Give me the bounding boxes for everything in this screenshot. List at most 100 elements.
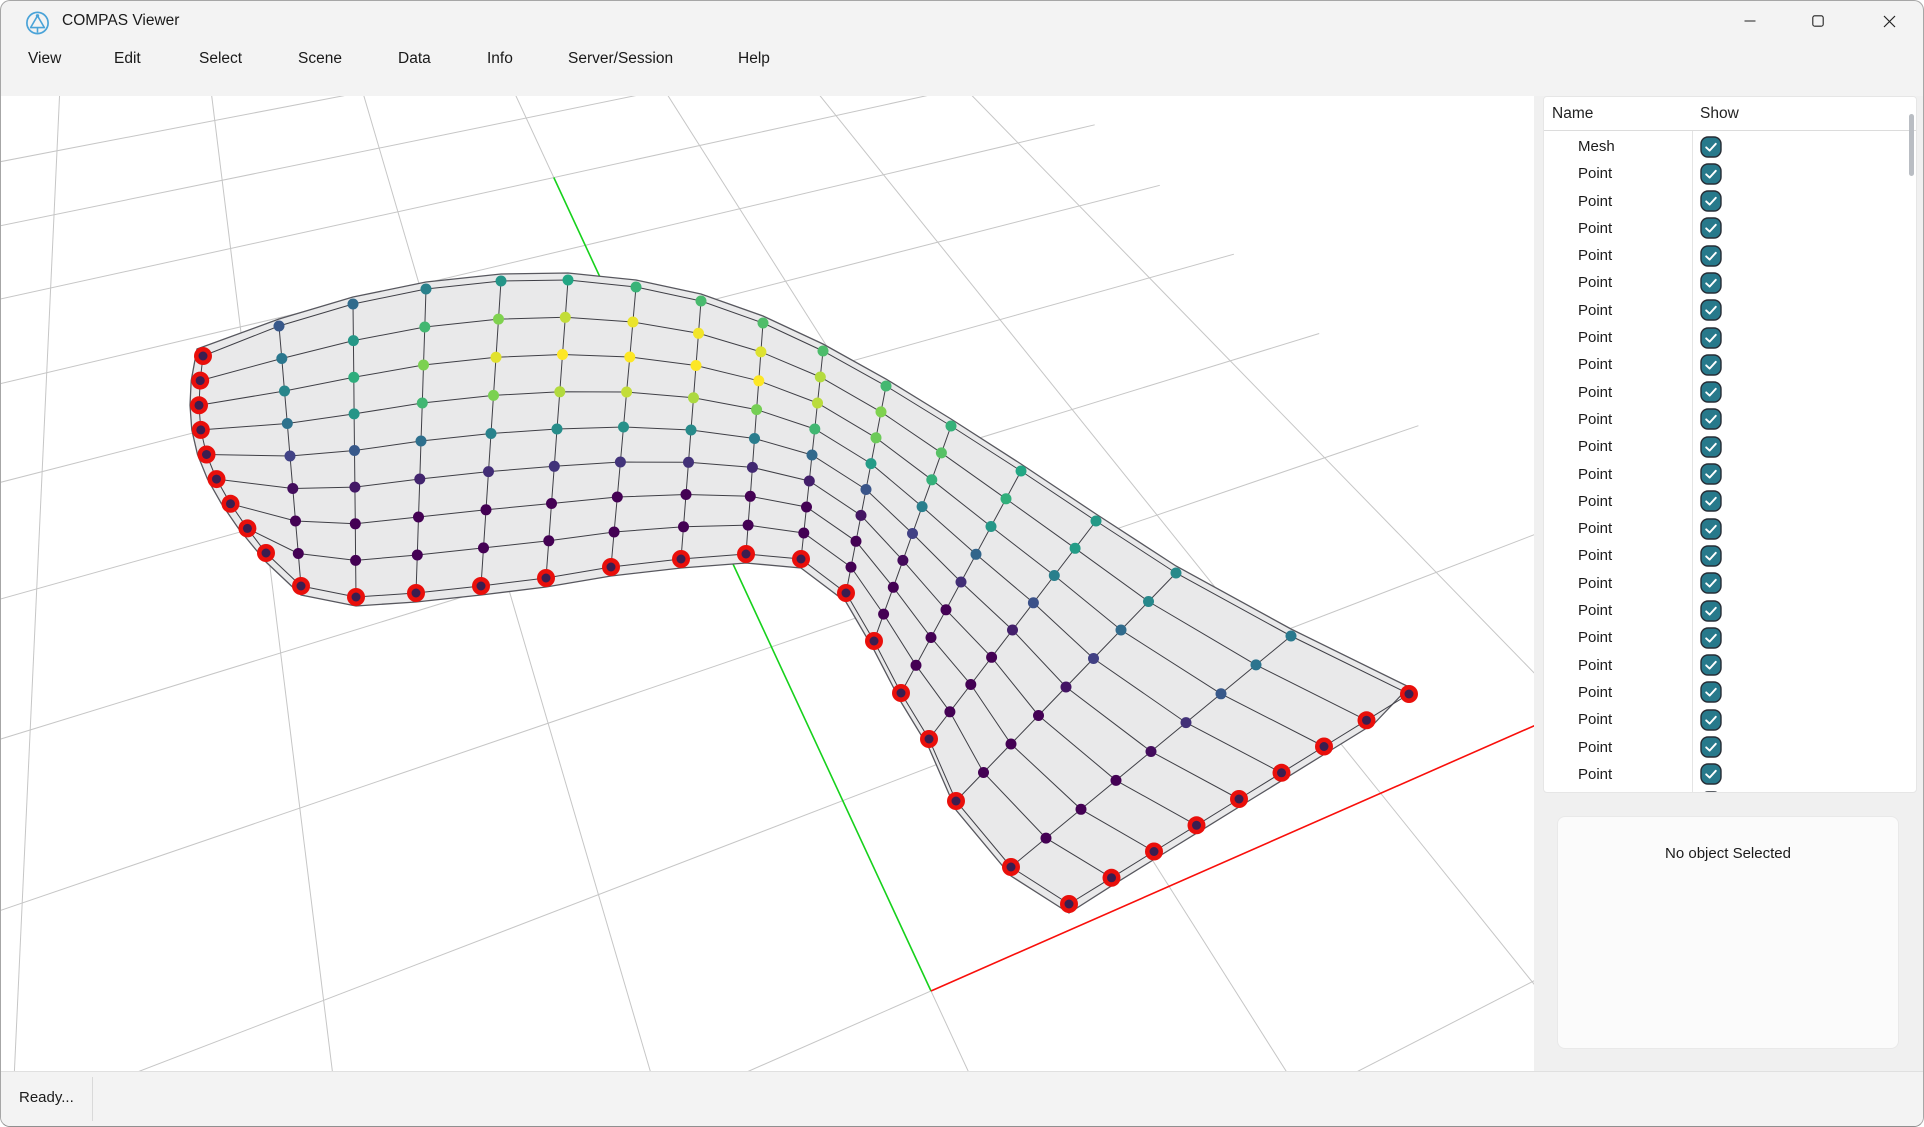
viewport-canvas[interactable] — [1, 96, 1534, 1071]
close-button[interactable] — [1866, 1, 1912, 41]
tree-row-label: Point — [1578, 542, 1612, 569]
menu-item-select[interactable]: Select — [199, 41, 242, 79]
show-checkbox[interactable] — [1700, 381, 1722, 403]
title-bar[interactable]: COMPAS Viewer — [1, 1, 1923, 41]
tree-row-label: Point — [1578, 624, 1612, 651]
show-checkbox[interactable] — [1700, 518, 1722, 540]
show-checkbox[interactable] — [1700, 654, 1722, 676]
tree-row-label: Mesh — [1578, 133, 1615, 160]
window-title: COMPAS Viewer — [62, 1, 179, 41]
tree-row-label: Point — [1578, 160, 1612, 187]
show-checkbox[interactable] — [1700, 736, 1722, 758]
status-message: Ready... — [19, 1072, 74, 1127]
tree-row-point-8[interactable]: Point — [1544, 351, 1916, 378]
tree-row-point-22[interactable]: Point — [1544, 734, 1916, 761]
tree-row-point-15[interactable]: Point — [1544, 542, 1916, 569]
app-window: COMPAS Viewer View Edit Select Scene Data Inf… — [0, 0, 1924, 1127]
show-checkbox[interactable] — [1700, 600, 1722, 622]
menu-item-view[interactable]: View — [28, 41, 61, 79]
show-checkbox[interactable] — [1700, 627, 1722, 649]
ground-grid — [1, 96, 1534, 1071]
show-checkbox[interactable] — [1700, 490, 1722, 512]
tree-row-label: Point — [1578, 215, 1612, 242]
tree-header-show: Show — [1700, 97, 1739, 131]
tree-header-name: Name — [1552, 97, 1593, 131]
tree-row-label: Point — [1578, 597, 1612, 624]
tree-row-label: Point — [1578, 461, 1612, 488]
show-checkbox[interactable] — [1700, 217, 1722, 239]
tree-row-point-12[interactable]: Point — [1544, 461, 1916, 488]
menu-item-server-session[interactable]: Server/Session — [568, 41, 673, 79]
tree-row-mesh-0[interactable]: Mesh — [1544, 133, 1916, 160]
show-checkbox[interactable] — [1700, 572, 1722, 594]
tree-row-label: Point — [1578, 433, 1612, 460]
tree-row-label: Point — [1578, 406, 1612, 433]
tree-row-point-7[interactable]: Point — [1544, 324, 1916, 351]
tree-row-label: Point — [1578, 269, 1612, 296]
menu-item-help[interactable]: Help — [738, 41, 770, 79]
show-checkbox[interactable] — [1700, 709, 1722, 731]
menu-item-scene[interactable]: Scene — [298, 41, 342, 79]
show-checkbox[interactable] — [1700, 681, 1722, 703]
show-checkbox[interactable] — [1700, 763, 1722, 785]
minimize-icon — [1744, 15, 1756, 27]
tree-row-point-9[interactable]: Point — [1544, 379, 1916, 406]
menu-item-data[interactable]: Data — [398, 41, 431, 79]
tree-row-point-2[interactable]: Point — [1544, 188, 1916, 215]
scene-tree-panel: Name Show MeshPointPointPointPointPointP… — [1543, 96, 1917, 793]
tree-row-point-24[interactable]: Point — [1544, 788, 1916, 793]
status-divider — [92, 1077, 93, 1121]
menu-bar: View Edit Select Scene Data Info Server/Sessio… — [1, 41, 1923, 79]
show-checkbox[interactable] — [1700, 163, 1722, 185]
menu-item-edit[interactable]: Edit — [114, 41, 141, 79]
tree-row-point-13[interactable]: Point — [1544, 488, 1916, 515]
no-selection-message: No object Selected — [1558, 845, 1898, 862]
show-checkbox[interactable] — [1700, 299, 1722, 321]
tree-row-point-18[interactable]: Point — [1544, 624, 1916, 651]
tree-row-label: Point — [1578, 761, 1612, 788]
tree-row-point-20[interactable]: Point — [1544, 679, 1916, 706]
show-checkbox[interactable] — [1700, 327, 1722, 349]
show-checkbox[interactable] — [1700, 463, 1722, 485]
show-checkbox[interactable] — [1700, 791, 1722, 793]
tree-row-point-14[interactable]: Point — [1544, 515, 1916, 542]
tree-row-label: Point — [1578, 788, 1612, 793]
tree-row-list: MeshPointPointPointPointPointPointPointP… — [1544, 133, 1916, 793]
tree-row-point-16[interactable]: Point — [1544, 570, 1916, 597]
tree-row-point-6[interactable]: Point — [1544, 297, 1916, 324]
tree-row-point-10[interactable]: Point — [1544, 406, 1916, 433]
show-checkbox[interactable] — [1700, 272, 1722, 294]
maximize-icon — [1812, 15, 1824, 27]
show-checkbox[interactable] — [1700, 190, 1722, 212]
minimize-button[interactable] — [1727, 1, 1773, 41]
tree-row-point-19[interactable]: Point — [1544, 652, 1916, 679]
tree-row-point-4[interactable]: Point — [1544, 242, 1916, 269]
maximize-button[interactable] — [1795, 1, 1841, 41]
status-bar: Ready... — [1, 1071, 1923, 1127]
tree-row-point-1[interactable]: Point — [1544, 160, 1916, 187]
tree-row-point-5[interactable]: Point — [1544, 269, 1916, 296]
menu-item-info[interactable]: Info — [487, 41, 513, 79]
close-icon — [1883, 15, 1896, 28]
tree-row-point-23[interactable]: Point — [1544, 761, 1916, 788]
tree-row-label: Point — [1578, 188, 1612, 215]
tree-header: Name Show — [1544, 97, 1916, 131]
tree-scrollbar-thumb[interactable] — [1909, 114, 1914, 176]
tree-row-label: Point — [1578, 379, 1612, 406]
tree-row-label: Point — [1578, 652, 1612, 679]
tree-row-label: Point — [1578, 242, 1612, 269]
tree-row-label: Point — [1578, 488, 1612, 515]
show-checkbox[interactable] — [1700, 408, 1722, 430]
tree-row-label: Point — [1578, 351, 1612, 378]
tree-row-point-17[interactable]: Point — [1544, 597, 1916, 624]
tree-row-point-11[interactable]: Point — [1544, 433, 1916, 460]
show-checkbox[interactable] — [1700, 436, 1722, 458]
show-checkbox[interactable] — [1700, 245, 1722, 267]
object-inspector-panel: No object Selected — [1557, 816, 1899, 1049]
show-checkbox[interactable] — [1700, 545, 1722, 567]
show-checkbox[interactable] — [1700, 136, 1722, 158]
show-checkbox[interactable] — [1700, 354, 1722, 376]
tree-row-point-21[interactable]: Point — [1544, 706, 1916, 733]
tree-row-label: Point — [1578, 734, 1612, 761]
tree-row-point-3[interactable]: Point — [1544, 215, 1916, 242]
